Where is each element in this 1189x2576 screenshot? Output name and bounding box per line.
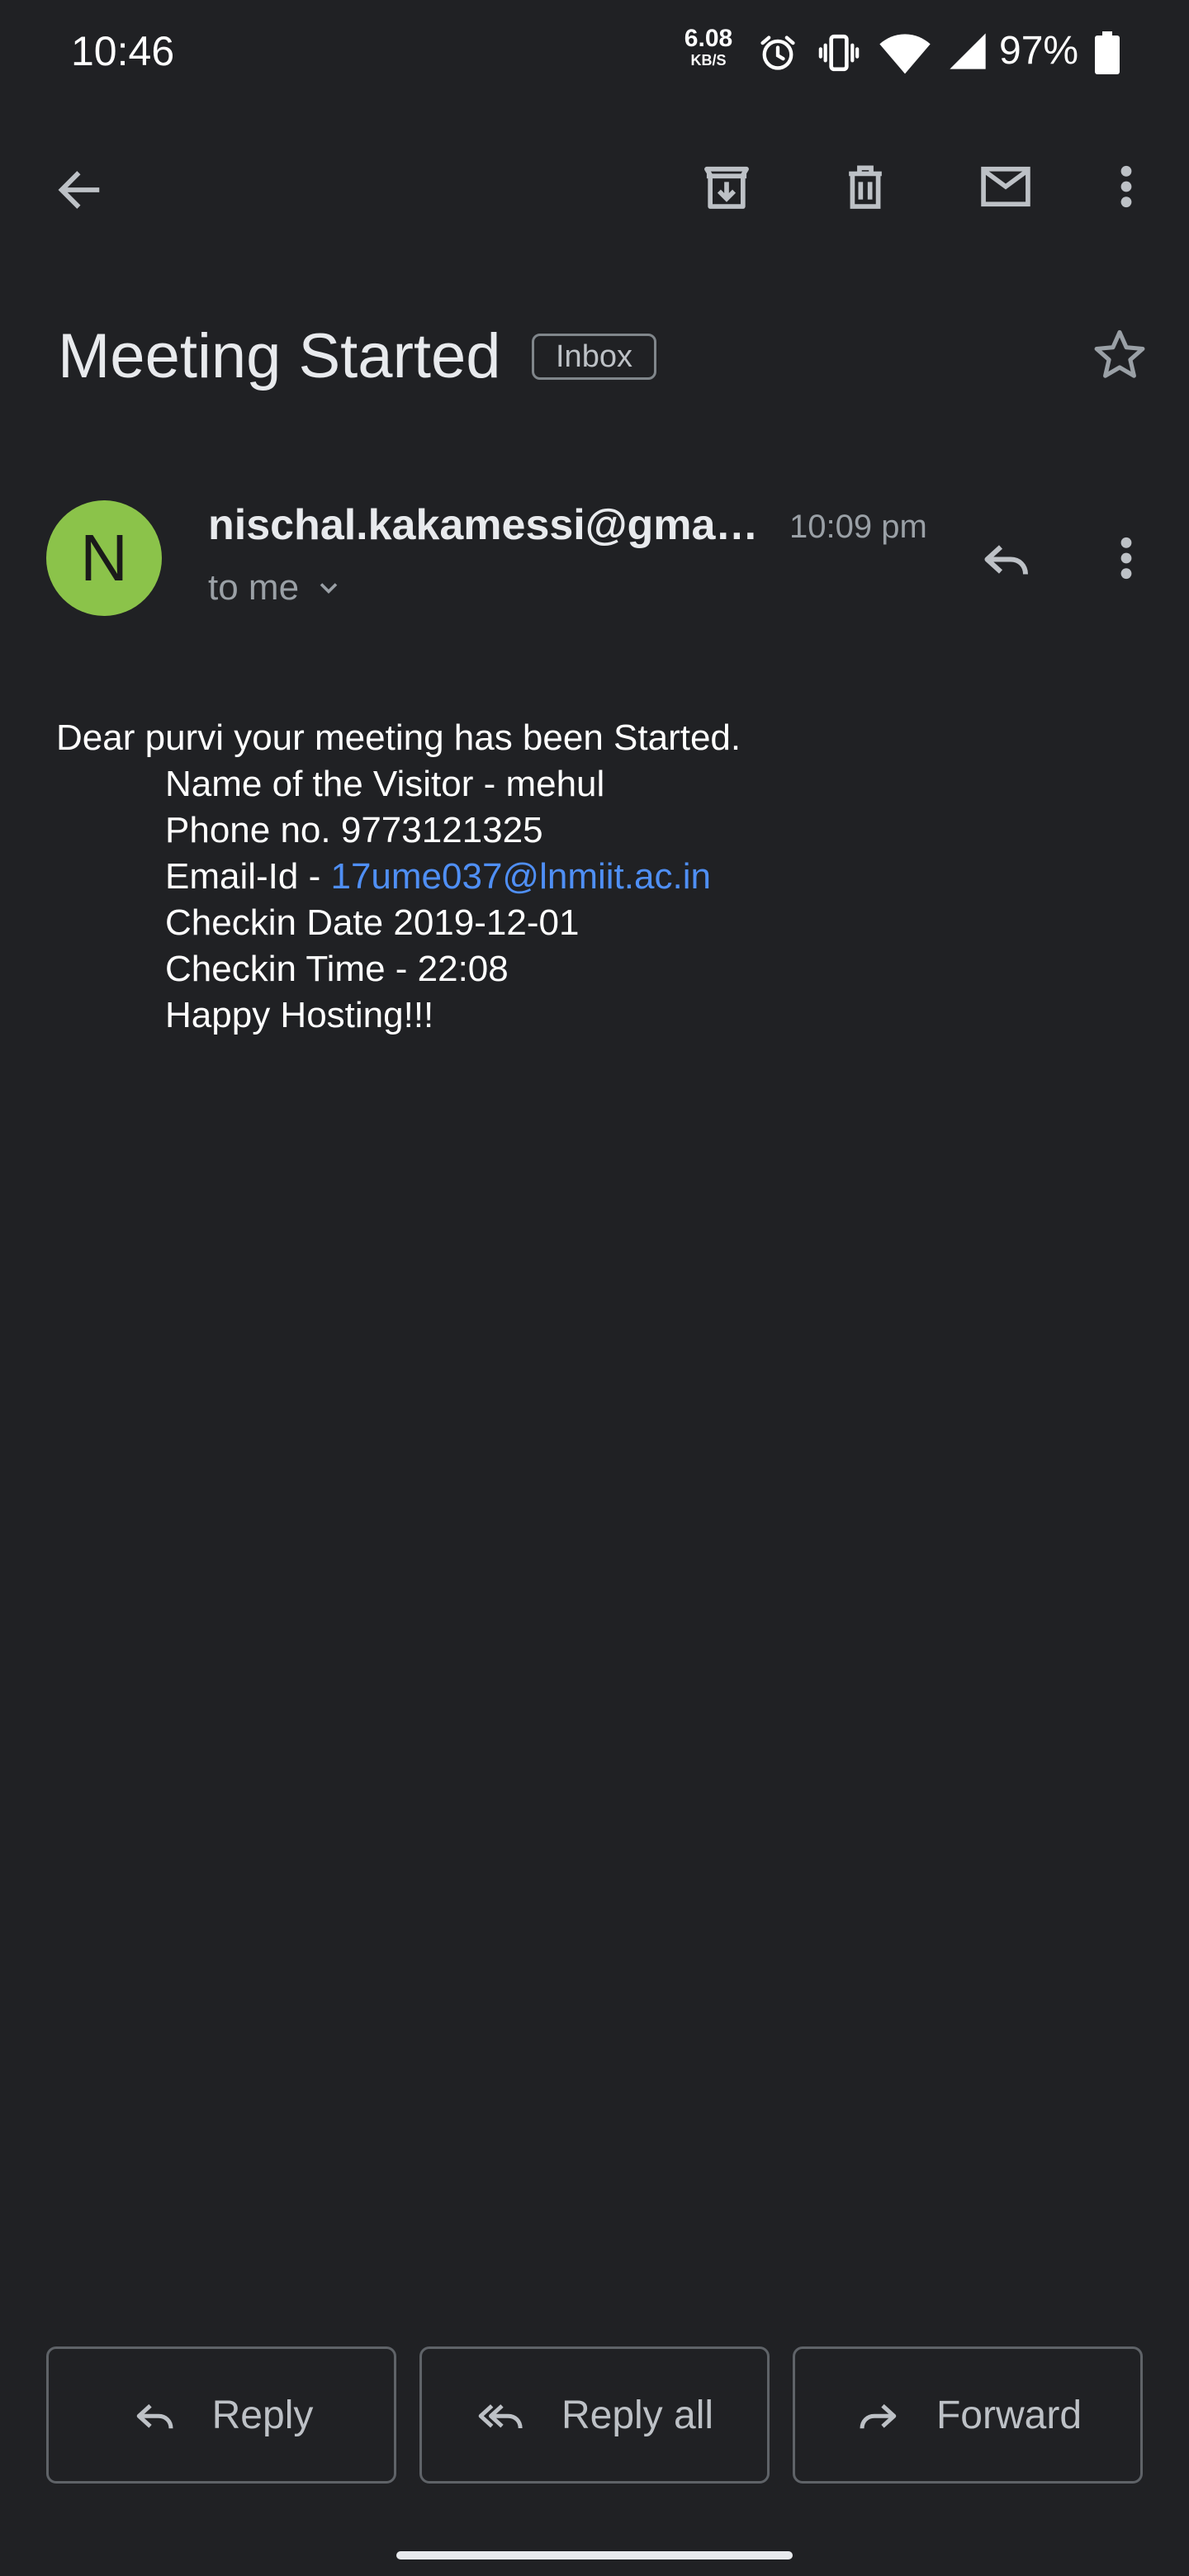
recipients-label: to me <box>208 567 300 608</box>
back-arrow-icon[interactable] <box>46 157 112 223</box>
reply-all-icon <box>476 2390 528 2440</box>
recipients-toggle[interactable]: to me <box>208 565 343 611</box>
reply-icon <box>130 2390 179 2440</box>
delete-icon[interactable] <box>832 154 898 220</box>
body-phone: Phone no. 9773121325 <box>165 810 543 850</box>
reply-all-label: Reply all <box>561 2393 714 2437</box>
archive-icon[interactable] <box>694 154 760 220</box>
sent-time: 10:09 pm <box>789 509 927 545</box>
battery-icon <box>1095 31 1120 74</box>
body-checkin-time: Checkin Time - 22:08 <box>165 949 509 989</box>
avatar[interactable]: N <box>46 500 162 616</box>
reply-button[interactable]: Reply <box>46 2346 396 2484</box>
reply-label: Reply <box>211 2393 314 2437</box>
vibrate-icon <box>816 30 862 76</box>
email-body: Dear purvi your meeting has been Started… <box>56 715 741 1039</box>
body-checkin-date: Checkin Date 2019-12-01 <box>165 902 580 943</box>
network-speed-unit: KB/S <box>690 52 727 69</box>
forward-button[interactable]: Forward <box>793 2346 1143 2484</box>
wifi-icon <box>879 30 931 76</box>
body-greeting: Dear purvi your meeting has been Started… <box>56 717 741 758</box>
body-visitor: Name of the Visitor - mehul <box>165 764 605 804</box>
alarm-icon <box>756 31 799 74</box>
network-speed: 6.08 KB/S <box>679 25 738 69</box>
star-icon[interactable] <box>1087 322 1153 388</box>
message-more-icon[interactable] <box>1097 525 1156 591</box>
label-chip[interactable]: Inbox <box>532 334 656 380</box>
body-email-line: Email-Id - 17ume037@lnmiit.ac.in <box>56 854 741 900</box>
reply-icon[interactable] <box>973 525 1039 591</box>
mark-unread-icon[interactable] <box>971 154 1040 220</box>
forward-label: Forward <box>936 2393 1082 2437</box>
forward-icon <box>854 2390 903 2440</box>
more-vert-icon[interactable] <box>1097 154 1156 220</box>
battery-percent: 97% <box>999 29 1079 73</box>
reply-all-button[interactable]: Reply all <box>419 2346 770 2484</box>
status-time: 10:46 <box>71 28 175 74</box>
body-closing: Happy Hosting!!! <box>165 995 434 1035</box>
email-subject: Meeting Started <box>58 321 501 391</box>
chevron-down-icon <box>314 573 343 603</box>
network-speed-value: 6.08 <box>684 25 733 52</box>
signal-icon <box>946 30 989 73</box>
body-email-prefix: Email-Id - <box>165 856 331 897</box>
sender-name[interactable]: nischal.kakamessi@gmail.com <box>208 499 770 552</box>
body-email-link[interactable]: 17ume037@lnmiit.ac.in <box>330 856 710 897</box>
gesture-nav-bar[interactable] <box>396 2551 793 2559</box>
